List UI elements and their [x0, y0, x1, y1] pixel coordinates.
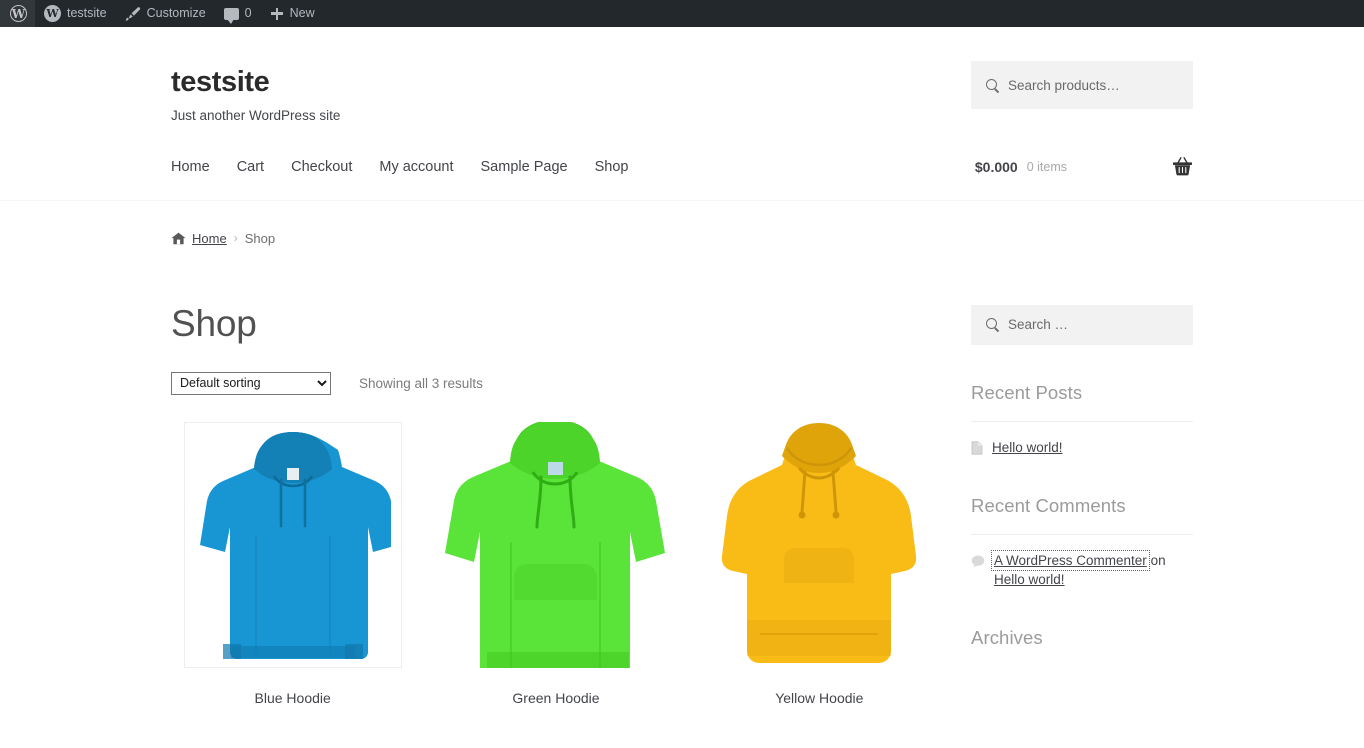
product-card[interactable]: Yellow Hoodie	[698, 422, 941, 706]
widget-title-recent-posts: Recent Posts	[971, 381, 1083, 403]
adminbar-new-content-button[interactable]: New	[261, 0, 324, 27]
nav-item-shop[interactable]: Shop	[591, 155, 652, 179]
comment-author-link[interactable]: A WordPress Commenter	[991, 549, 1150, 571]
site-branding: testsite Just another WordPress site	[171, 55, 340, 123]
widget-title-archives: Archives	[971, 626, 1043, 648]
breadcrumb: Home › Shop	[171, 201, 1193, 246]
breadcrumb-link-home[interactable]: Home	[192, 231, 227, 246]
widget-recent-posts: Recent Posts Hello world!	[971, 382, 1193, 458]
cart-item-count: 0 items	[1026, 159, 1067, 174]
list-item: Hello world!	[971, 439, 1193, 458]
plus-icon	[270, 7, 284, 21]
product-search-box[interactable]: Search products…	[971, 61, 1193, 109]
comment-bubble-icon	[971, 555, 985, 568]
adminbar-comments-count: 0	[244, 6, 252, 20]
post-document-icon	[971, 441, 983, 455]
product-image-blue-hoodie[interactable]	[183, 421, 402, 668]
comment-bubble-icon	[223, 7, 239, 24]
adminbar-site-name-label: testsite	[67, 6, 107, 20]
widget-divider	[971, 533, 1193, 535]
sidebar-search-box[interactable]: Search …	[971, 304, 1193, 345]
product-title[interactable]: Yellow Hoodie	[775, 690, 863, 706]
adminbar-site-name-button[interactable]: W testsite	[35, 0, 116, 27]
site-title[interactable]: testsite	[171, 66, 340, 99]
product-search-placeholder: Search products…	[1008, 77, 1120, 93]
product-card[interactable]: Green Hoodie	[434, 421, 677, 706]
sidebar-search-placeholder: Search …	[1008, 317, 1069, 333]
breadcrumb-current-shop: Shop	[244, 230, 276, 246]
product-grid: Blue Hoodie Green Hoodie Yellow Hoodie	[171, 421, 961, 706]
widget-divider	[971, 420, 1193, 422]
wp-admin-bar: W W testsite Customize 0 New	[0, 0, 1364, 27]
nav-item-my-account[interactable]: My account	[375, 155, 476, 179]
list-item: A WordPress Commenter on Hello world!	[971, 549, 1193, 590]
cart-total: $0.000	[974, 158, 1018, 175]
widget-archives: Archives	[971, 627, 1193, 649]
recent-post-link[interactable]: Hello world!	[992, 439, 1193, 458]
result-count: Showing all 3 results	[359, 375, 483, 391]
nav-item-sample-page[interactable]: Sample Page	[477, 155, 591, 179]
main-content: Shop Default sortingSort by popularitySo…	[171, 305, 961, 706]
product-title[interactable]: Green Hoodie	[512, 690, 599, 706]
site-icon: W	[44, 5, 61, 22]
product-title[interactable]: Blue Hoodie	[255, 690, 331, 706]
sorting-dropdown[interactable]: Default sortingSort by popularitySort by…	[171, 371, 331, 395]
shopping-basket-icon[interactable]	[1172, 157, 1193, 176]
cart-summary[interactable]: $0.000 0 items	[975, 157, 1193, 176]
search-icon	[986, 78, 999, 92]
adminbar-customize-button[interactable]: Customize	[116, 0, 215, 27]
comment-post-link[interactable]: Hello world!	[994, 572, 1065, 587]
recent-posts-list: Hello world!	[971, 439, 1193, 458]
recent-post-link-label: Hello world!	[992, 439, 1063, 455]
sidebar: Search … Recent Posts Hello world! Recen…	[971, 304, 1193, 649]
shop-toolbar: Default sortingSort by popularitySort by…	[171, 371, 961, 395]
product-card[interactable]: Blue Hoodie	[171, 421, 414, 706]
adminbar-comments-button[interactable]: 0	[215, 0, 261, 27]
nav-item-home[interactable]: Home	[171, 155, 233, 179]
wordpress-logo-icon: W	[10, 5, 27, 22]
paintbrush-icon	[125, 6, 141, 22]
comment-on-text: on	[1146, 552, 1166, 568]
recent-comments-list: A WordPress Commenter on Hello world!	[971, 549, 1193, 590]
adminbar-new-label: New	[289, 6, 315, 20]
primary-navigation: Home Cart Checkout My account Sample Pag…	[171, 155, 651, 179]
site-tagline: Just another WordPress site	[171, 107, 341, 123]
search-icon	[986, 318, 999, 331]
site-header: testsite Just another WordPress site Sea…	[0, 27, 1364, 201]
recent-comment-entry: A WordPress Commenter on Hello world!	[991, 549, 1193, 590]
widget-title-recent-comments: Recent Comments	[971, 494, 1126, 516]
breadcrumb-separator: ›	[233, 231, 238, 246]
widget-recent-comments: Recent Comments A WordPress Commenter on…	[971, 495, 1193, 590]
nav-item-checkout[interactable]: Checkout	[287, 155, 375, 179]
home-icon	[171, 232, 186, 245]
widget-search: Search …	[971, 304, 1193, 345]
adminbar-wp-logo-button[interactable]: W	[0, 0, 35, 27]
page-title: Shop	[171, 302, 257, 344]
nav-item-cart[interactable]: Cart	[233, 155, 287, 179]
adminbar-customize-label: Customize	[146, 6, 206, 20]
product-image-green-hoodie[interactable]	[434, 421, 677, 668]
product-image-yellow-hoodie[interactable]	[698, 422, 941, 668]
